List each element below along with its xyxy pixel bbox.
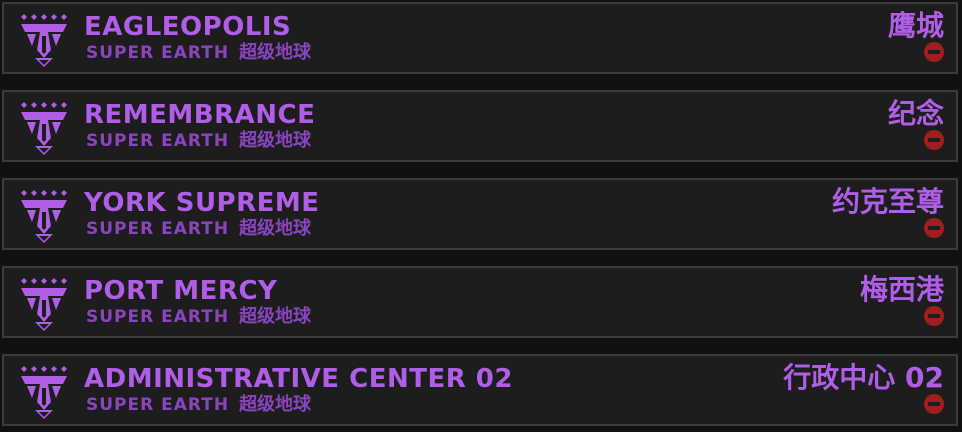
remove-icon[interactable] — [924, 42, 944, 62]
super-earth-emblem-icon — [21, 102, 67, 155]
planet-name: SUPER EARTH — [86, 131, 230, 151]
remove-icon[interactable] — [924, 130, 944, 150]
city-name: EAGLEOPOLIS — [84, 12, 292, 42]
planet-name: SUPER EARTH — [86, 307, 230, 327]
planet-name: SUPER EARTH — [86, 43, 230, 63]
remove-icon[interactable] — [924, 306, 944, 326]
planet-label: SUPER EARTH 超级地球 — [86, 306, 311, 328]
city-card[interactable]: PORT MERCY SUPER EARTH 超级地球 梅西港 — [2, 266, 958, 338]
remove-icon[interactable] — [924, 394, 944, 414]
city-card[interactable]: EAGLEOPOLIS SUPER EARTH 超级地球 鹰城 — [2, 2, 958, 74]
city-name-cn: 梅西港 — [859, 273, 944, 306]
super-earth-emblem-icon — [21, 278, 67, 331]
planet-label: SUPER EARTH 超级地球 — [86, 394, 311, 416]
city-name: PORT MERCY — [84, 276, 278, 306]
city-name-cn: 鹰城 — [887, 9, 944, 42]
super-earth-emblem-icon — [21, 190, 67, 243]
planet-name: SUPER EARTH — [86, 219, 230, 239]
city-name: YORK SUPREME — [84, 188, 320, 218]
city-card[interactable]: REMEMBRANCE SUPER EARTH 超级地球 纪念 — [2, 90, 958, 162]
city-card[interactable]: YORK SUPREME SUPER EARTH 超级地球 约克至尊 — [2, 178, 958, 250]
super-earth-emblem-icon — [21, 366, 67, 419]
city-name-cn: 行政中心 02 — [783, 361, 944, 394]
city-name: REMEMBRANCE — [84, 100, 316, 130]
remove-icon[interactable] — [924, 218, 944, 238]
planet-name-cn: 超级地球 — [239, 306, 312, 327]
planet-name-cn: 超级地球 — [239, 218, 312, 239]
planet-label: SUPER EARTH 超级地球 — [86, 218, 311, 240]
city-card[interactable]: ADMINISTRATIVE CENTER 02 SUPER EARTH 超级地球… — [2, 354, 958, 426]
city-list: EAGLEOPOLIS SUPER EARTH 超级地球 鹰城 REMEMBRAN… — [0, 0, 962, 432]
planet-name-cn: 超级地球 — [239, 394, 312, 415]
planet-name: SUPER EARTH — [86, 395, 230, 415]
planet-label: SUPER EARTH 超级地球 — [86, 42, 311, 64]
city-name-cn: 纪念 — [887, 97, 944, 130]
super-earth-emblem-icon — [21, 14, 67, 67]
city-name-cn: 约克至尊 — [831, 185, 944, 218]
planet-label: SUPER EARTH 超级地球 — [86, 130, 311, 152]
planet-name-cn: 超级地球 — [239, 42, 312, 63]
planet-name-cn: 超级地球 — [239, 130, 312, 151]
city-name: ADMINISTRATIVE CENTER 02 — [84, 364, 513, 394]
